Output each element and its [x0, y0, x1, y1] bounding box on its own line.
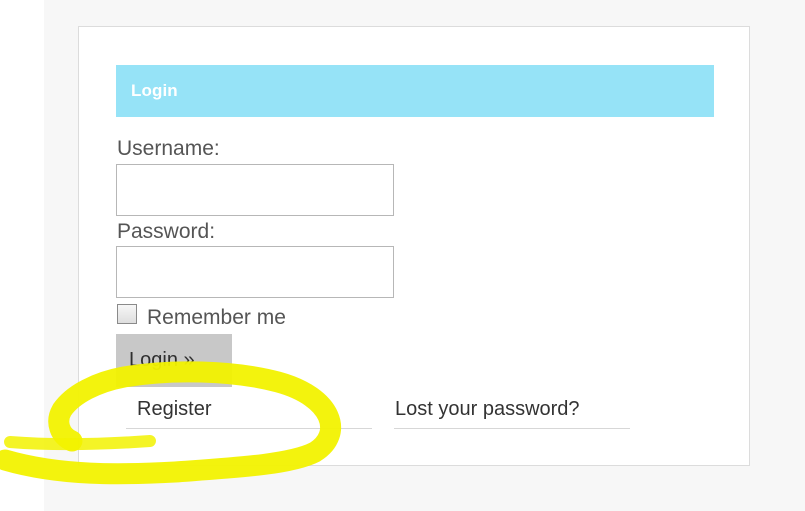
login-header: Login	[116, 65, 714, 117]
lost-password-underline	[394, 428, 630, 429]
login-page: Login Username: Password: Remember me Lo…	[0, 0, 805, 511]
login-title: Login	[131, 81, 178, 100]
password-label: Password:	[117, 220, 216, 243]
lost-password-link[interactable]: Lost your password?	[395, 397, 580, 421]
remember-me-checkbox[interactable]	[117, 304, 137, 324]
login-button[interactable]: Login »	[116, 334, 232, 387]
remember-me-label: Remember me	[147, 306, 286, 329]
register-link[interactable]: Register	[137, 397, 211, 421]
password-field[interactable]	[116, 246, 394, 298]
register-underline	[126, 428, 372, 429]
username-field[interactable]	[116, 164, 394, 216]
username-label: Username:	[117, 137, 220, 160]
